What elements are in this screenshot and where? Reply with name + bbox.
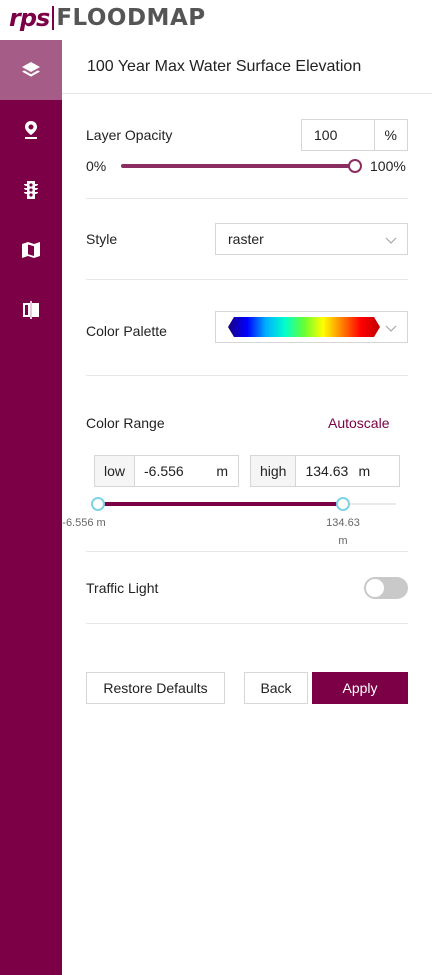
opacity-unit: % — [373, 120, 407, 150]
sidebar-item-location[interactable] — [0, 100, 62, 160]
map-icon — [22, 242, 40, 258]
style-select[interactable]: raster — [215, 223, 408, 255]
app-header: rps FLOODMAP — [0, 0, 432, 40]
color-range-low-tick: -6.556 m — [62, 514, 134, 532]
range-high-unit: m — [358, 463, 371, 479]
color-range-slider-track[interactable] — [98, 502, 343, 506]
opacity-max-label: 100% — [370, 158, 406, 174]
divider — [86, 375, 408, 376]
traffic-light-toggle[interactable] — [364, 577, 408, 599]
color-palette-swatch — [228, 317, 380, 337]
opacity-slider-handle[interactable] — [348, 159, 362, 173]
restore-defaults-button[interactable]: Restore Defaults — [86, 672, 225, 704]
sidebar — [0, 40, 62, 975]
sidebar-item-traffic-light[interactable] — [0, 160, 62, 220]
back-button[interactable]: Back — [244, 672, 308, 704]
divider — [86, 198, 408, 199]
logo-rps-text: rps — [9, 4, 50, 32]
range-low-unit: m — [216, 463, 228, 479]
range-low-prefix: low — [95, 456, 136, 486]
range-high-input-group: high 134.63 m — [250, 455, 400, 487]
chevron-down-icon — [385, 321, 397, 333]
apply-button[interactable]: Apply — [312, 672, 408, 704]
map-pin-icon — [25, 121, 37, 139]
logo-floodmap-text: FLOODMAP — [56, 5, 206, 31]
color-range-label: Color Range — [86, 415, 165, 431]
layer-settings-panel: 100 Year Max Water Surface Elevation Lay… — [62, 40, 432, 975]
color-range-high-tick-line1: 134.63 — [326, 517, 360, 529]
color-range-high-tick-line2: m — [338, 535, 348, 547]
opacity-input-group: 100 % — [301, 119, 408, 151]
style-label: Style — [86, 231, 118, 247]
color-palette-label: Color Palette — [86, 323, 167, 339]
color-range-high-handle[interactable] — [336, 497, 350, 511]
panel-title: 100 Year Max Water Surface Elevation — [87, 58, 362, 75]
color-range-high-tick: 134.63 m — [313, 514, 373, 550]
range-high-input[interactable]: 134.63 — [296, 456, 358, 486]
sidebar-item-map[interactable] — [0, 220, 62, 280]
color-range-low-handle[interactable] — [91, 497, 105, 511]
rps-floodmap-logo[interactable]: rps FLOODMAP — [9, 3, 206, 33]
range-high-prefix: high — [251, 456, 297, 486]
compare-icon — [23, 301, 39, 319]
opacity-input[interactable]: 100 — [302, 120, 374, 150]
color-range-low-tick-text: -6.556 m — [62, 517, 106, 529]
logo-separator — [52, 6, 55, 30]
title-divider — [62, 93, 432, 94]
divider — [86, 279, 408, 280]
sidebar-item-layers[interactable] — [0, 40, 62, 100]
range-low-input-group: low -6.556 m — [94, 455, 239, 487]
toggle-thumb — [366, 579, 384, 597]
color-palette-select[interactable] — [215, 311, 408, 343]
opacity-slider-track[interactable] — [121, 164, 355, 168]
traffic-light-label: Traffic Light — [86, 580, 159, 596]
chevron-down-icon — [385, 233, 397, 245]
layer-opacity-label: Layer Opacity — [86, 127, 173, 143]
traffic-light-icon — [24, 181, 38, 199]
sidebar-item-compare[interactable] — [0, 280, 62, 340]
range-low-input[interactable]: -6.556 — [135, 456, 216, 486]
divider — [86, 551, 408, 552]
style-select-value: raster — [228, 231, 264, 247]
opacity-min-label: 0% — [86, 158, 107, 174]
autoscale-button[interactable]: Autoscale — [328, 415, 389, 431]
divider — [86, 623, 408, 624]
layers-icon — [22, 62, 40, 77]
